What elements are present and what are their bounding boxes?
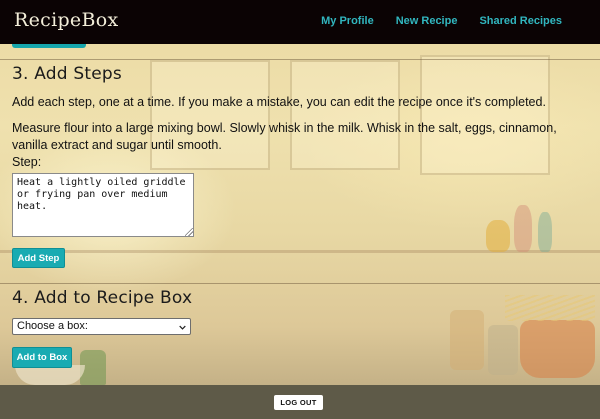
top-navbar: RecipeBox My Profile New Recipe Shared R…	[0, 0, 600, 44]
background-vase-2	[514, 205, 532, 252]
section-divider-middle	[0, 283, 600, 284]
step-label: Step:	[12, 155, 42, 169]
background-jar-1	[450, 310, 484, 370]
background-vase-3	[538, 212, 552, 252]
background-pot	[520, 320, 595, 378]
logout-button[interactable]: LOG OUT	[274, 395, 323, 410]
section-heading-add-to-box: 4. Add to Recipe Box	[12, 288, 193, 308]
recipe-box-select[interactable]: Choose a box:	[12, 318, 191, 335]
nav-my-profile[interactable]: My Profile	[321, 15, 374, 27]
textarea-resize-handle[interactable]	[185, 228, 193, 236]
nav-shared-recipes[interactable]: Shared Recipes	[479, 15, 562, 27]
section-heading-add-steps: 3. Add Steps	[12, 64, 122, 84]
main-nav: My Profile New Recipe Shared Recipes	[321, 15, 562, 27]
app-logo[interactable]: RecipeBox	[14, 9, 119, 31]
background-bottle-green	[80, 350, 106, 385]
background-vase-1	[486, 220, 510, 252]
add-to-box-button[interactable]: Add to Box	[12, 347, 72, 368]
chevron-down-icon	[179, 325, 186, 330]
previous-section-button-edge[interactable]	[12, 44, 86, 48]
section-divider-top	[0, 59, 600, 60]
step-textarea[interactable]: Heat a lightly oiled griddle or frying p…	[12, 173, 194, 237]
background-bowl	[15, 365, 85, 385]
existing-steps-text: Measure flour into a large mixing bowl. …	[12, 121, 557, 152]
background-shelf	[0, 250, 600, 253]
background-pasta	[505, 295, 595, 321]
nav-new-recipe[interactable]: New Recipe	[396, 15, 458, 27]
add-step-button[interactable]: Add Step	[12, 248, 65, 268]
add-steps-instructions: Add each step, one at a time. If you mak…	[12, 95, 546, 109]
background-jar-2	[488, 325, 518, 375]
recipe-box-select-value: Choose a box:	[17, 320, 88, 332]
